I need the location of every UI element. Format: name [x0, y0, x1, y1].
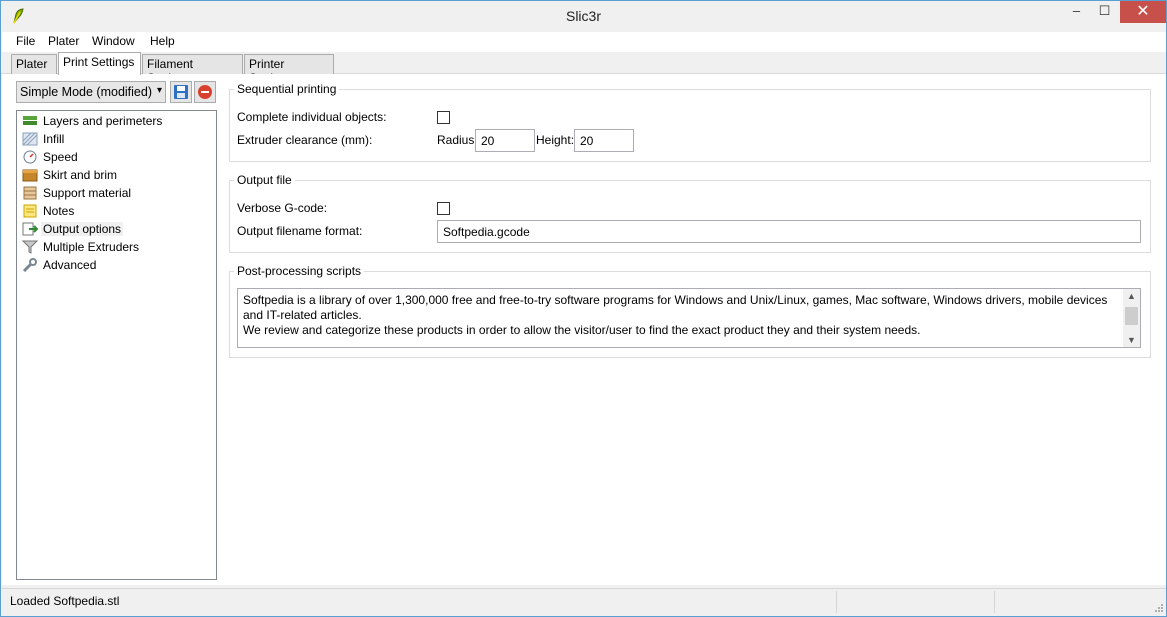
tree-item-output-options[interactable]: Output options [22, 221, 212, 238]
complete-objects-checkbox[interactable] [437, 111, 450, 124]
skirt-icon [22, 169, 38, 182]
wrench-icon [22, 258, 37, 272]
preset-dropdown-value: Simple Mode (modified) [20, 85, 152, 99]
height-label: Height: [536, 133, 575, 147]
tree-item-notes[interactable]: Notes [22, 203, 212, 220]
extruder-clearance-label: Extruder clearance (mm): [237, 133, 373, 147]
post-processing-text-line: Softpedia is a library of over 1,300,000… [243, 293, 1108, 322]
status-divider [836, 591, 837, 613]
status-text: Loaded Softpedia.stl [10, 594, 120, 608]
height-field[interactable]: 20 [574, 129, 634, 152]
layers-icon [23, 116, 37, 125]
vertical-scrollbar[interactable]: ▲ ▼ [1123, 289, 1140, 347]
delete-preset-button[interactable] [194, 81, 216, 103]
complete-objects-label: Complete individual objects: [237, 110, 387, 124]
output-filename-field[interactable]: Softpedia.gcode [437, 220, 1141, 243]
speed-icon [23, 150, 37, 164]
status-divider [994, 591, 995, 613]
app-window: Slic3r – ☐ ✕ File Plater Window Help Pla… [0, 0, 1167, 617]
post-processing-title: Post-processing scripts [234, 264, 365, 278]
delete-icon [198, 85, 212, 99]
maximize-button[interactable]: ☐ [1091, 1, 1118, 23]
tab-print-settings[interactable]: Print Settings [58, 52, 141, 75]
output-icon [22, 222, 38, 236]
support-icon [23, 186, 37, 200]
tree-item-speed[interactable]: Speed [22, 149, 212, 166]
funnel-icon [22, 240, 38, 254]
menu-file[interactable]: File [16, 34, 35, 48]
post-processing-scripts-field[interactable]: Softpedia is a library of over 1,300,000… [237, 288, 1141, 348]
sequential-printing-group: Sequential printing [229, 82, 1151, 162]
output-file-title: Output file [234, 173, 295, 187]
verbose-gcode-checkbox[interactable] [437, 202, 450, 215]
resize-grip-icon[interactable] [1154, 603, 1164, 613]
menu-help[interactable]: Help [150, 34, 175, 48]
notes-icon [23, 204, 37, 218]
infill-icon [22, 132, 38, 146]
tree-item-advanced[interactable]: Advanced [22, 257, 212, 274]
scrollbar-thumb[interactable] [1125, 307, 1138, 325]
tab-strip: Plater Print Settings Filament Settings … [1, 52, 1166, 85]
window-title: Slic3r [565, 8, 601, 24]
close-button[interactable]: ✕ [1120, 1, 1166, 23]
menu-plater[interactable]: Plater [48, 34, 79, 48]
menu-bar: File Plater Window Help [2, 32, 1166, 52]
tree-item-infill[interactable]: Infill [22, 131, 212, 148]
scroll-up-arrow-icon[interactable]: ▲ [1123, 289, 1140, 303]
tree-item-multiple-extruders[interactable]: Multiple Extruders [22, 239, 212, 256]
tab-plater[interactable]: Plater [11, 54, 57, 74]
preset-dropdown[interactable]: Simple Mode (modified) ▾ [16, 81, 166, 103]
verbose-gcode-label: Verbose G-code: [237, 201, 328, 215]
tree-item-layers-and-perimeters[interactable]: Layers and perimeters [22, 113, 212, 130]
tab-filament-settings[interactable]: Filament Settings [142, 54, 243, 85]
minimize-button[interactable]: – [1063, 1, 1090, 23]
sequential-printing-title: Sequential printing [234, 82, 340, 96]
save-icon [174, 85, 188, 99]
radius-label: Radius: [437, 133, 478, 147]
chevron-down-icon: ▾ [156, 85, 162, 96]
menu-window[interactable]: Window [92, 34, 135, 48]
scroll-down-arrow-icon[interactable]: ▼ [1123, 333, 1140, 347]
output-filename-label: Output filename format: [237, 224, 363, 238]
radius-field[interactable]: 20 [475, 129, 535, 152]
category-tree: Layers and perimeters Infill Speed Skirt… [16, 110, 217, 580]
status-bar: Loaded Softpedia.stl [2, 588, 1166, 615]
tab-printer-settings[interactable]: Printer Settings [244, 54, 334, 85]
title-bar: Slic3r – ☐ ✕ [1, 1, 1166, 31]
tree-item-skirt-and-brim[interactable]: Skirt and brim [22, 167, 212, 184]
post-processing-text-line: We review and categorize these products … [243, 323, 921, 337]
tree-item-support-material[interactable]: Support material [22, 185, 212, 202]
save-preset-button[interactable] [170, 81, 192, 103]
